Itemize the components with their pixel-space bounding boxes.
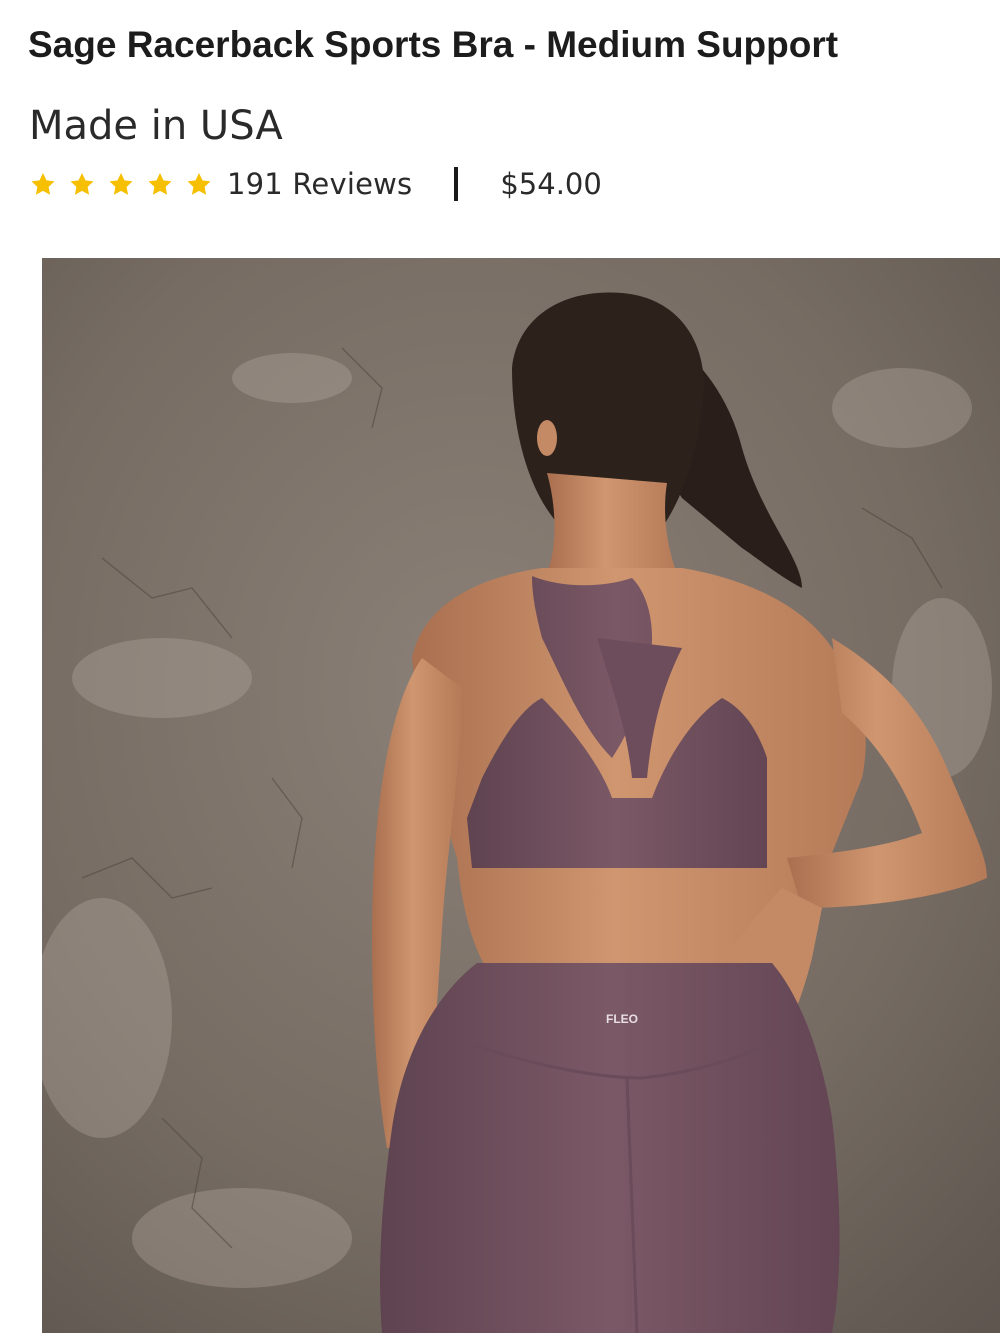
neck — [547, 473, 677, 573]
star-icon — [68, 171, 96, 198]
brand-logo: FLEO — [606, 1012, 638, 1026]
reviews-link[interactable]: 191 Reviews — [227, 167, 412, 201]
product-title: Sage Racerback Sports Bra - Medium Suppo… — [28, 24, 839, 65]
star-icon — [107, 171, 135, 198]
made-in-label: Made in USA — [29, 103, 283, 149]
rating-price-row: 191 Reviews $54.00 — [29, 164, 602, 204]
divider — [454, 167, 459, 201]
price: $54.00 — [500, 167, 602, 201]
ear — [537, 420, 557, 456]
product-image[interactable]: FLEO — [42, 258, 1000, 1333]
star-rating[interactable] — [29, 171, 213, 198]
star-icon — [29, 171, 57, 198]
star-icon — [146, 171, 174, 198]
star-icon — [185, 171, 213, 198]
